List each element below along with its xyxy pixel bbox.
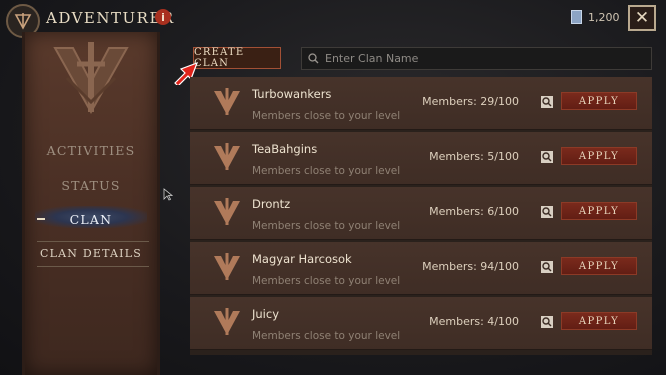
clan-name: Magyar Harcosok	[252, 252, 352, 266]
inspect-icon[interactable]	[540, 94, 554, 113]
clan-row[interactable]: TeaBahgins Members close to your level M…	[190, 132, 652, 185]
clan-emblem-icon	[210, 85, 244, 123]
mouse-cursor-icon	[163, 187, 174, 206]
clan-emblem-icon	[210, 140, 244, 178]
member-count: Members: 5/100	[429, 150, 519, 163]
clan-subtitle: Members close to your level	[252, 110, 401, 122]
clan-emblem-icon	[210, 195, 244, 233]
sidebar-item-activities[interactable]: ACTIVITIES	[25, 143, 157, 158]
sidebar-item-status[interactable]: STATUS	[25, 178, 157, 193]
member-count: Members: 29/100	[422, 95, 519, 108]
search-input[interactable]	[325, 52, 625, 65]
clan-emblem-icon	[210, 250, 244, 288]
inspect-icon[interactable]	[540, 314, 554, 333]
clan-row[interactable]: Drontz Members close to your level Membe…	[190, 187, 652, 240]
clan-name: TeaBahgins	[252, 142, 318, 156]
member-count: Members: 4/100	[429, 315, 519, 328]
apply-button[interactable]: APPLY	[561, 147, 637, 165]
apply-button[interactable]: APPLY	[561, 257, 637, 275]
apply-button[interactable]: APPLY	[561, 312, 637, 330]
clan-row[interactable]: Turbowankers Members close to your level…	[190, 77, 652, 130]
clan-name: Drontz	[252, 197, 291, 211]
currency-icon	[571, 10, 582, 24]
create-clan-button[interactable]: CREATE CLAN	[193, 47, 281, 69]
clan-subtitle: Members close to your level	[252, 165, 401, 177]
sidebar-item-clan-details[interactable]: CLAN DETAILS	[25, 247, 157, 260]
clan-search-bar[interactable]	[301, 47, 652, 70]
clan-list: Turbowankers Members close to your level…	[190, 77, 652, 355]
member-count: Members: 6/100	[429, 205, 519, 218]
sidebar-banner: ACTIVITIES STATUS CLAN CLAN DETAILS	[22, 32, 160, 375]
clan-name: Turbowankers	[252, 87, 332, 101]
clan-row[interactable]: Magyar Harcosok Members close to your le…	[190, 242, 652, 295]
close-icon: ✕	[634, 8, 650, 28]
close-button[interactable]: ✕	[628, 5, 656, 31]
clan-emblem-icon	[210, 305, 244, 343]
apply-button[interactable]: APPLY	[561, 92, 637, 110]
search-icon	[308, 49, 319, 68]
info-badge[interactable]: i	[155, 9, 171, 25]
inspect-icon[interactable]	[540, 149, 554, 168]
inspect-icon[interactable]	[540, 204, 554, 223]
clan-subtitle: Members close to your level	[252, 275, 401, 287]
member-count: Members: 94/100	[422, 260, 519, 273]
currency-display: 1,200	[571, 10, 620, 24]
clan-subtitle: Members close to your level	[252, 220, 401, 232]
sidebar-item-clan[interactable]: CLAN	[25, 212, 157, 227]
apply-button[interactable]: APPLY	[561, 202, 637, 220]
clan-row[interactable]: Juicy Members close to your level Member…	[190, 297, 652, 350]
clan-subtitle: Members close to your level	[252, 330, 401, 342]
currency-value: 1,200	[588, 10, 620, 24]
inspect-icon[interactable]	[540, 259, 554, 278]
clan-name: Juicy	[252, 307, 280, 321]
banner-emblem-icon	[49, 38, 133, 122]
